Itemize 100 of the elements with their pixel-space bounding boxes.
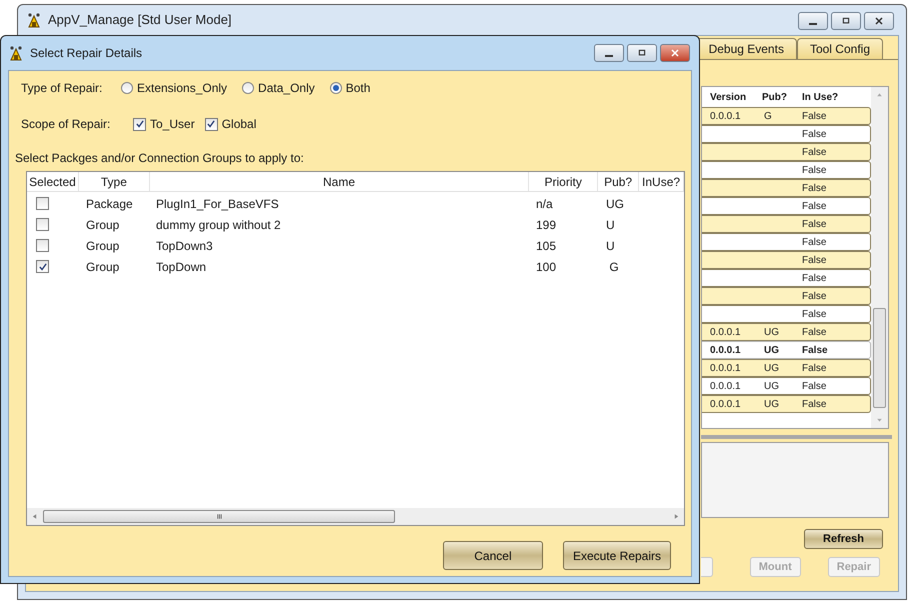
table-cell-text: False xyxy=(802,254,828,268)
horizontal-scrollbar[interactable] xyxy=(27,508,684,525)
table-cell-text: 0.0.0.1 xyxy=(709,380,742,394)
app-icon xyxy=(26,12,42,28)
list-row[interactable]: False xyxy=(702,215,871,233)
radio-button[interactable] xyxy=(330,82,342,94)
list-row[interactable]: 0.0.0.1 UG False xyxy=(702,359,871,377)
scrollbar-thumb[interactable] xyxy=(873,308,886,408)
table-cell-text: UG xyxy=(763,398,780,412)
list-row[interactable]: False xyxy=(702,197,871,215)
table-cell-text: U xyxy=(605,238,616,254)
column-header[interactable]: Name xyxy=(150,172,530,191)
table-cell-text: n/a xyxy=(535,196,554,212)
checkbox-label[interactable]: To_User xyxy=(150,115,195,133)
table-cell-text: False xyxy=(802,290,828,304)
minimize-button[interactable] xyxy=(798,12,828,30)
table-cell-text: 0.0.0.1 xyxy=(709,326,742,340)
window-title: AppV_Manage [Std User Mode] xyxy=(48,11,233,30)
list-row[interactable]: False xyxy=(702,179,871,197)
list-row[interactable]: False xyxy=(702,305,871,323)
list-row[interactable]: 0.0.0.1 G False xyxy=(702,107,871,125)
close-button[interactable] xyxy=(864,12,894,30)
refresh-button[interactable]: Refresh xyxy=(804,529,883,549)
table-cell-text: False xyxy=(802,218,828,232)
scroll-left-icon xyxy=(30,512,39,521)
checkmark-icon xyxy=(38,262,48,272)
column-header[interactable]: Type xyxy=(78,172,150,191)
dialog-title: Select Repair Details xyxy=(30,45,144,62)
list-row[interactable]: False xyxy=(702,251,871,269)
close-button[interactable] xyxy=(660,44,690,62)
column-header: Version xyxy=(709,90,748,104)
grip-icon xyxy=(214,512,224,521)
list-row[interactable]: False xyxy=(702,161,871,179)
cancel-button[interactable]: Cancel xyxy=(442,541,543,570)
list-row[interactable]: 0.0.0.1 UG False xyxy=(702,377,871,395)
table-cell-text: UG xyxy=(763,362,780,376)
table-cell-text: False xyxy=(802,110,828,124)
table-cell-text: 0.0.0.1 xyxy=(709,398,742,412)
table-cell-text: PlugIn1_For_BaseVFS xyxy=(155,196,280,212)
table-cell-text: False xyxy=(802,128,828,142)
table-cell-text: TopDown3 xyxy=(155,238,214,254)
radio-label[interactable]: Extensions_Only xyxy=(137,79,228,97)
close-icon xyxy=(873,15,885,27)
radio-button[interactable] xyxy=(121,82,133,94)
vertical-scrollbar[interactable] xyxy=(871,87,888,428)
column-header[interactable]: Priority xyxy=(529,172,598,191)
list-row[interactable]: 0.0.0.1 UG False xyxy=(702,395,871,413)
column-header[interactable]: Selected xyxy=(27,172,79,191)
table-cell-text: Group xyxy=(85,258,120,276)
table-cell-text: False xyxy=(802,398,828,412)
checkbox[interactable] xyxy=(36,239,49,252)
table-cell-text: Group xyxy=(85,238,120,254)
radio-label[interactable]: Both xyxy=(346,79,370,97)
minimize-icon xyxy=(809,22,817,24)
table-cell-text: 199 xyxy=(535,216,558,234)
checkbox[interactable] xyxy=(36,197,49,210)
table-cell-text: UG xyxy=(763,326,780,340)
column-header: In Use? xyxy=(802,90,840,104)
scrollbar-thumb[interactable] xyxy=(43,510,395,523)
column-header[interactable]: InUse? xyxy=(639,172,684,191)
column-header: Pub? xyxy=(762,90,788,104)
table-cell-text: False xyxy=(802,164,828,178)
checkbox[interactable] xyxy=(36,260,49,273)
maximize-button[interactable] xyxy=(627,44,657,62)
section-label: Select Packges and/or Connection Groups to apply to: xyxy=(15,150,305,163)
field-label: Scope of Repair: xyxy=(20,116,112,133)
maximize-button[interactable] xyxy=(831,12,861,30)
list-row[interactable]: False xyxy=(702,287,871,305)
table-cell-text: UG xyxy=(763,380,780,394)
list-row[interactable]: 0.0.0.1 UG False xyxy=(702,323,871,341)
checkbox-label[interactable]: Global xyxy=(222,115,256,133)
table-cell-text: False xyxy=(802,200,828,214)
checkmark-icon xyxy=(134,119,144,129)
tab[interactable]: Tool Config xyxy=(796,38,883,59)
close-icon xyxy=(669,47,681,59)
list-row[interactable]: False xyxy=(702,125,871,143)
table-cell-text: dummy group without 2 xyxy=(155,216,282,234)
checkmark-icon xyxy=(206,119,216,129)
table-cell-text: UG xyxy=(605,196,625,212)
column-header[interactable]: Pub? xyxy=(598,172,640,191)
table-cell-text: G xyxy=(608,258,620,276)
checkbox[interactable] xyxy=(204,118,218,130)
radio-button[interactable] xyxy=(242,82,254,94)
table-cell-text: False xyxy=(802,380,828,394)
table-cell-text: 100 xyxy=(535,258,558,276)
table-cell-text: UG xyxy=(763,344,780,358)
table-cell-text: False xyxy=(802,326,828,340)
list-row[interactable]: False xyxy=(702,269,871,287)
checkbox[interactable] xyxy=(36,218,49,231)
checkbox[interactable] xyxy=(133,118,146,130)
list-row[interactable]: False xyxy=(702,143,871,161)
list-row[interactable]: False xyxy=(702,233,871,251)
minimize-button[interactable] xyxy=(594,44,624,62)
radio-label[interactable]: Data_Only xyxy=(258,79,315,97)
table-cell-text: 0.0.0.1 xyxy=(709,362,742,376)
list-row[interactable]: 0.0.0.1 UG False xyxy=(702,341,871,359)
table-cell-text: Package xyxy=(85,196,134,212)
execute-repairs-button[interactable]: Execute Repairs xyxy=(562,541,671,570)
table-cell-text: False xyxy=(802,236,828,250)
table-cell-text: False xyxy=(802,344,829,358)
